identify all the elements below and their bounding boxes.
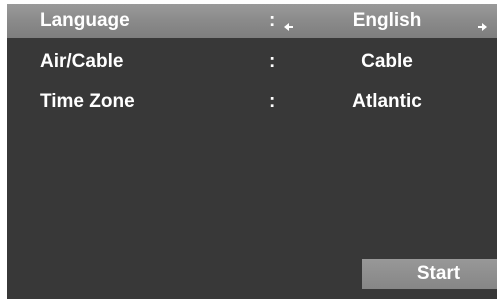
setting-separator: : xyxy=(269,51,276,72)
setting-label-time-zone: Time Zone xyxy=(40,91,135,112)
setting-value-language: English xyxy=(352,10,422,31)
setting-separator: : xyxy=(269,10,276,31)
arrow-left-icon[interactable] xyxy=(284,16,294,31)
setup-screen: Language : English Air/Cable : Cable Tim… xyxy=(7,4,497,299)
setting-value-time-zone: Atlantic xyxy=(352,91,422,112)
setting-row-language[interactable]: Language : English xyxy=(7,4,497,38)
setting-label-language: Language xyxy=(40,10,130,31)
setting-value-air-cable: Cable xyxy=(361,51,413,72)
start-button[interactable]: Start xyxy=(362,259,497,289)
setting-label-air-cable: Air/Cable xyxy=(40,51,124,72)
arrow-right-icon[interactable] xyxy=(477,16,487,31)
setting-separator: : xyxy=(269,91,276,112)
setting-row-time-zone[interactable]: Time Zone : Atlantic xyxy=(7,85,497,119)
setting-row-air-cable[interactable]: Air/Cable : Cable xyxy=(7,45,497,79)
